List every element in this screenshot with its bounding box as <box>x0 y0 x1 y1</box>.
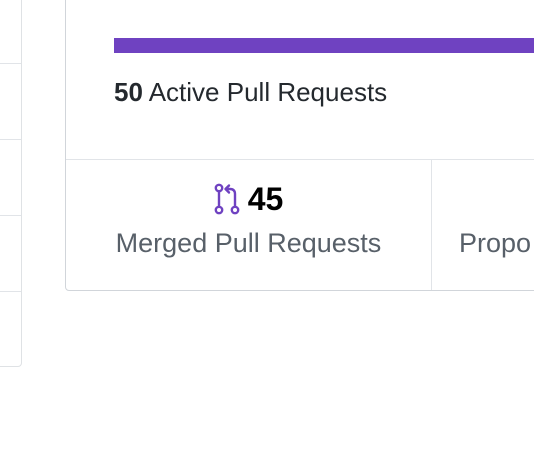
left-panel-divider <box>0 291 21 292</box>
left-panel <box>0 0 22 367</box>
merged-pull-requests-stat[interactable]: 45 Merged Pull Requests <box>66 160 431 290</box>
pull-request-summary-card: 50 Active Pull Requests 45 Merged Pull R… <box>65 0 534 291</box>
active-pull-requests-label: Active Pull Requests <box>148 77 388 107</box>
active-pull-requests-count: 50 <box>114 77 143 107</box>
pull-request-stats: 45 Merged Pull Requests Propo <box>66 159 534 290</box>
left-panel-divider <box>0 215 21 216</box>
merged-pull-requests-label: Merged Pull Requests <box>115 228 382 258</box>
pull-request-progress-fill <box>114 38 534 53</box>
proposed-pull-requests-stat[interactable]: Propo <box>431 160 534 290</box>
left-panel-divider <box>0 63 21 64</box>
active-pull-requests-summary[interactable]: 50 Active Pull Requests <box>114 75 387 109</box>
merged-pull-requests-headline: 45 <box>66 180 431 218</box>
merged-pull-requests-count: 45 <box>247 180 284 217</box>
pull-request-progress-bar <box>114 38 534 53</box>
left-panel-divider <box>0 139 21 140</box>
proposed-pull-requests-label: Propo <box>459 228 532 258</box>
git-merge-icon <box>214 183 240 215</box>
